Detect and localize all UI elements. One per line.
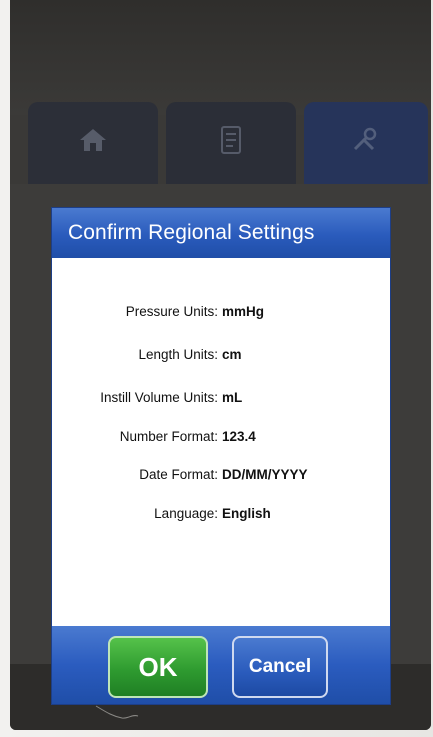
setting-row-language: Language: English (52, 502, 390, 526)
setting-label: Number Format: (119, 429, 218, 444)
pen-mark (95, 705, 139, 719)
setting-label: Date Format: (139, 467, 218, 482)
settings-list: Pressure Units: mmHg Length Units: cm In… (52, 258, 390, 638)
dialog-title: Confirm Regional Settings (68, 221, 315, 244)
setting-value: 123.4 (222, 429, 256, 444)
setting-label: Length Units: (138, 347, 218, 362)
tools-icon (351, 127, 381, 160)
tab-documents[interactable] (166, 102, 296, 184)
home-icon (78, 127, 108, 160)
tab-tools[interactable] (304, 102, 428, 184)
setting-row-number-format: Number Format: 123.4 (52, 425, 390, 449)
document-icon (220, 125, 242, 162)
setting-value: English (222, 506, 271, 521)
dialog-header: Confirm Regional Settings (52, 208, 390, 258)
setting-value: mmHg (222, 304, 265, 319)
setting-label: Instill Volume Units: (100, 390, 218, 405)
setting-value: mL (222, 390, 243, 405)
cancel-button[interactable]: Cancel (232, 636, 328, 698)
confirm-regional-settings-dialog: Confirm Regional Settings Pressure Units… (52, 208, 390, 704)
setting-value: DD/MM/YYYY (222, 467, 308, 482)
setting-row-instill-volume-units: Instill Volume Units: mL (52, 386, 390, 410)
tab-home[interactable] (28, 102, 158, 184)
dialog-footer: OK Cancel (52, 626, 390, 704)
setting-label: Pressure Units: (125, 304, 218, 319)
ok-button[interactable]: OK (108, 636, 208, 698)
device-top-bezel (10, 0, 431, 115)
setting-value: cm (222, 347, 242, 362)
setting-row-pressure-units: Pressure Units: mmHg (52, 300, 390, 324)
setting-label: Language: (154, 506, 218, 521)
tab-bar (28, 102, 428, 184)
setting-row-date-format: Date Format: DD/MM/YYYY (52, 463, 390, 487)
setting-row-length-units: Length Units: cm (52, 343, 390, 367)
